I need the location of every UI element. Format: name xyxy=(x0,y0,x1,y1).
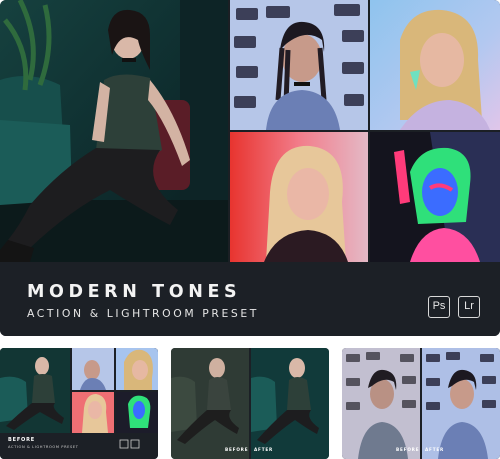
product-hero-card[interactable]: MODERN TONES ACTION & LIGHTROOM PRESET P… xyxy=(0,0,500,336)
preview-photo-red-light xyxy=(230,132,368,262)
main-preview-photo xyxy=(0,0,228,262)
preview-photo-pastel xyxy=(370,0,500,130)
thumbnail-cover[interactable]: BEFORE ACTION & LIGHTROOM PRESET xyxy=(0,348,158,459)
thumbnail-cover-sublabel: ACTION & LIGHTROOM PRESET xyxy=(8,445,79,449)
lightroom-badge: Lr xyxy=(458,296,480,318)
product-subtitle: ACTION & LIGHTROOM PRESET xyxy=(27,307,260,320)
photoshop-badge: Ps xyxy=(428,296,450,318)
thumbnail-cover-label: BEFORE xyxy=(8,437,35,443)
preview-photo-braids xyxy=(230,0,368,130)
thumbnail-3-after-label: AFTER xyxy=(425,447,445,452)
thumbnail-2-after-label: AFTER xyxy=(254,447,274,452)
thumbnail-3-before-label: BEFORE xyxy=(396,447,420,452)
thumbnail-2-before-label: BEFORE xyxy=(225,447,249,452)
product-listing: MODERN TONES ACTION & LIGHTROOM PRESET P… xyxy=(0,0,500,459)
thumbnail-before-after-braids[interactable]: BEFORE AFTER xyxy=(342,348,500,459)
product-title: MODERN TONES xyxy=(27,282,242,302)
photo-collage xyxy=(0,0,500,262)
preview-photo-neon xyxy=(370,132,500,262)
thumbnail-before-after-room[interactable]: BEFORE AFTER xyxy=(171,348,329,459)
